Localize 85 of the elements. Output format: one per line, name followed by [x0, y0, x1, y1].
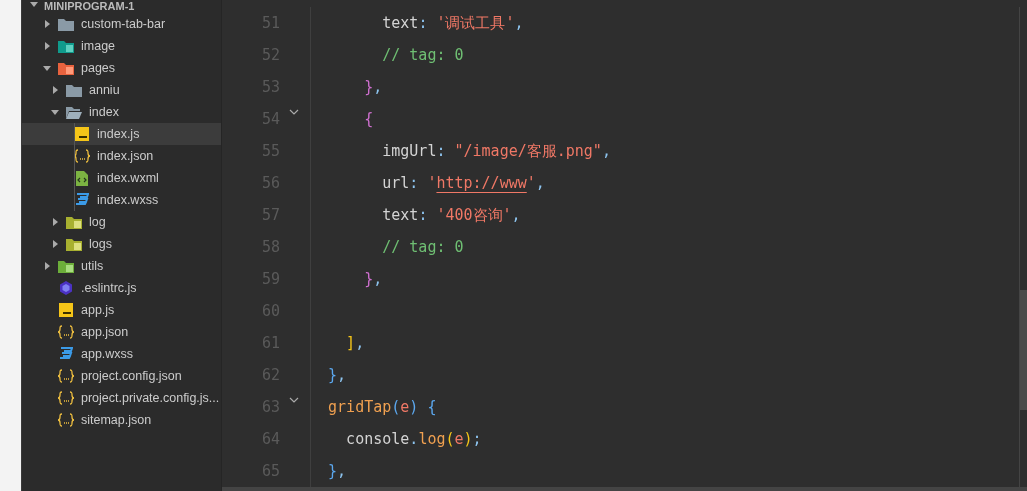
file-tree-item[interactable]: sitemap.json — [22, 409, 221, 431]
css-icon — [59, 347, 73, 361]
file-tree-item[interactable]: app.js — [22, 299, 221, 321]
file-name: logs — [89, 235, 112, 253]
folder-icon — [66, 237, 82, 251]
caret-right-icon[interactable] — [43, 262, 51, 270]
code-line: { — [363, 108, 374, 130]
caret-right-icon[interactable] — [43, 42, 51, 50]
file-tree-item[interactable]: index.json — [22, 145, 221, 167]
code-line: }, — [363, 268, 383, 290]
file-tree-item[interactable]: log — [22, 211, 221, 233]
file-tree-item[interactable]: project.config.json — [22, 365, 221, 387]
braces-icon — [58, 325, 74, 339]
file-tree-item[interactable]: index.js — [22, 123, 221, 145]
code-line: url: 'http://www', — [381, 172, 545, 194]
braces-icon — [74, 149, 90, 163]
code-line: text: '调试工具', — [381, 12, 524, 34]
braces-icon — [58, 369, 74, 383]
folder-icon — [58, 17, 74, 31]
braces-icon — [58, 413, 74, 427]
file-name: app.wxss — [81, 345, 134, 363]
file-tree-item[interactable]: index.wxml — [22, 167, 221, 189]
explorer-header[interactable]: MINIPROGRAM-1 — [22, 0, 221, 13]
caret-right-icon[interactable] — [51, 240, 59, 248]
js-file-icon — [75, 127, 89, 141]
code-line: imgUrl: "/image/客服.png", — [381, 140, 611, 162]
file-name: sitemap.json — [81, 411, 152, 429]
file-tree-item[interactable]: .eslintrc.js — [22, 277, 221, 299]
project-title: MINIPROGRAM-1 — [44, 0, 135, 12]
code-line: console.log(e); — [345, 428, 482, 450]
image-folder-icon — [58, 39, 74, 53]
file-name: index.json — [97, 147, 154, 165]
code-line: gridTap(e) { — [327, 396, 437, 418]
file-name: index.wxml — [97, 169, 159, 187]
file-name: index — [89, 103, 119, 121]
hexagon-icon — [59, 281, 73, 295]
file-name: index.js — [97, 125, 140, 143]
code-line: }, — [327, 460, 347, 482]
file-name: image — [81, 37, 116, 55]
file-name: pages — [81, 59, 116, 77]
file-name: .eslintrc.js — [81, 279, 137, 297]
file-name: app.json — [81, 323, 129, 341]
file-name: log — [89, 213, 106, 231]
folder-icon — [58, 259, 74, 273]
code-file-icon — [76, 170, 88, 186]
open-folder-icon — [66, 105, 82, 119]
file-tree-item[interactable]: image — [22, 35, 221, 57]
code-line: // tag: 0 — [381, 236, 464, 258]
file-tree-item[interactable]: logs — [22, 233, 221, 255]
file-name: project.config.json — [81, 367, 182, 385]
caret-right-icon[interactable] — [51, 86, 59, 94]
code-line: text: '400咨询', — [381, 204, 521, 226]
code-line: // tag: 0 — [381, 44, 464, 66]
file-tree-item[interactable]: app.wxss — [22, 343, 221, 365]
js-file-icon — [59, 303, 73, 317]
file-tree-item[interactable]: project.private.config.js... — [22, 387, 221, 409]
pages-folder-icon — [58, 61, 74, 75]
file-tree-item[interactable]: custom-tab-bar — [22, 13, 221, 35]
file-name: custom-tab-bar — [81, 15, 166, 33]
file-tree-item[interactable]: anniu — [22, 79, 221, 101]
file-name: app.js — [81, 301, 115, 319]
file-name: project.private.config.js... — [81, 389, 220, 407]
caret-down-icon[interactable] — [30, 0, 38, 8]
file-tree-item[interactable]: pages — [22, 57, 221, 79]
file-tree-item[interactable]: index — [22, 101, 221, 123]
file-tree-item[interactable]: index.wxss — [22, 189, 221, 211]
code-line: }, — [327, 364, 347, 386]
fold-chevron-icon[interactable] — [288, 109, 299, 115]
caret-down-icon[interactable] — [51, 108, 59, 116]
css-icon — [75, 193, 89, 207]
file-name: index.wxss — [97, 191, 159, 209]
scrollbar-thumb[interactable] — [1020, 290, 1027, 410]
file-tree-item[interactable]: utils — [22, 255, 221, 277]
fold-chevron-icon[interactable] — [288, 397, 299, 403]
caret-right-icon[interactable] — [51, 218, 59, 226]
file-name: utils — [81, 257, 104, 275]
folder-icon — [66, 215, 82, 229]
code-line: }, — [363, 76, 383, 98]
file-name: anniu — [89, 81, 120, 99]
caret-right-icon[interactable] — [43, 20, 51, 28]
folder-icon — [66, 83, 82, 97]
code-line: ], — [345, 332, 365, 354]
caret-down-icon[interactable] — [43, 64, 51, 72]
file-tree-item[interactable]: app.json — [22, 321, 221, 343]
braces-icon — [58, 391, 74, 405]
